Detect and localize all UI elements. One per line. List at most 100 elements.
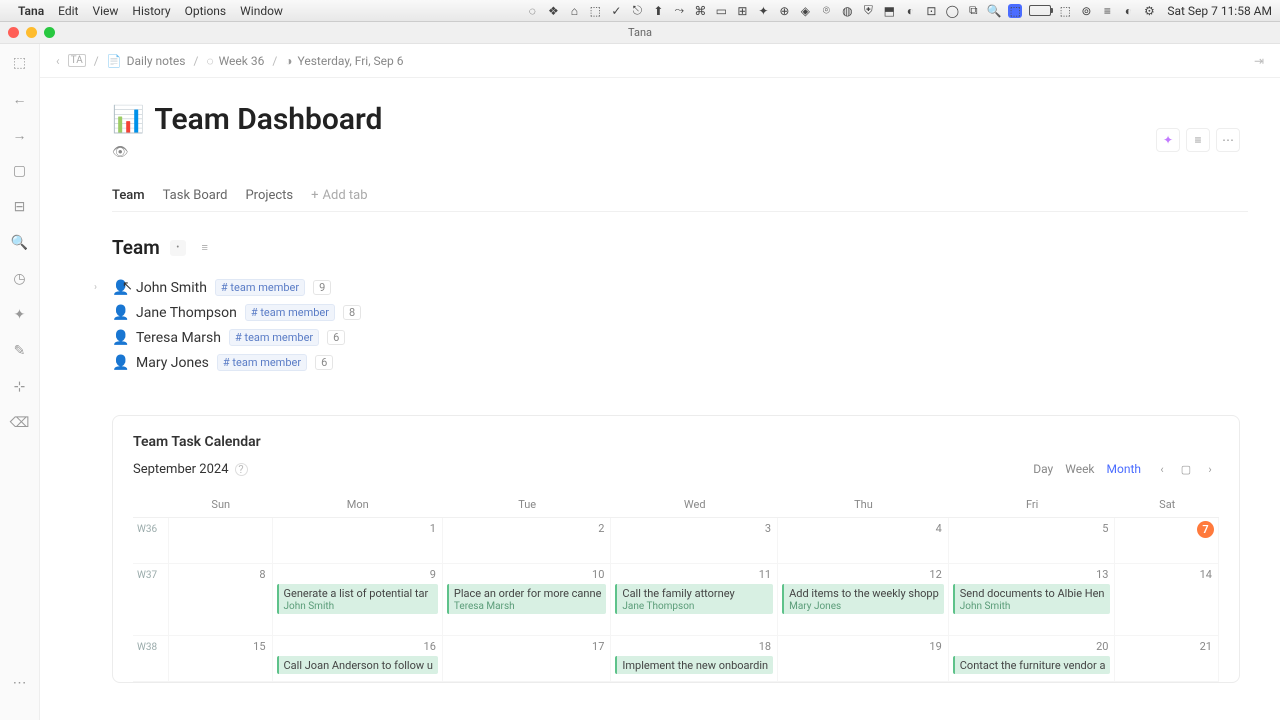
status-icon[interactable]: ◐: [1121, 4, 1135, 18]
day-cell[interactable]: 9 Generate a list of potential tarJohn S…: [273, 564, 443, 636]
status-icon[interactable]: ✓: [609, 4, 623, 18]
day-cell[interactable]: 13 Send documents to Albie HenJohn Smith: [949, 564, 1116, 636]
help-icon[interactable]: ?: [235, 463, 248, 476]
status-icon[interactable]: ⌾: [819, 4, 833, 18]
menu-edit[interactable]: Edit: [58, 4, 78, 18]
view-week[interactable]: Week: [1065, 462, 1094, 476]
sidebar-new-icon[interactable]: ✦: [11, 306, 29, 324]
day-cell[interactable]: 19: [778, 636, 949, 682]
status-icon[interactable]: ✦: [756, 4, 770, 18]
sidebar-inbox-icon[interactable]: ⊟: [11, 198, 29, 216]
calendar-event[interactable]: Call Joan Anderson to follow u: [277, 656, 438, 674]
menu-options[interactable]: Options: [185, 4, 227, 18]
sidebar-pin-icon[interactable]: ⊹: [11, 378, 29, 396]
day-cell[interactable]: 8: [169, 564, 273, 636]
status-icon[interactable]: ◌: [525, 4, 539, 18]
sidebar-home-icon[interactable]: ⬚: [11, 54, 29, 72]
member-tag[interactable]: # team member: [229, 329, 319, 346]
week-label[interactable]: W36: [133, 518, 169, 564]
day-cell[interactable]: 21: [1115, 636, 1219, 682]
status-icon[interactable]: ⬚: [1058, 4, 1072, 18]
status-icon[interactable]: ⬒: [882, 4, 896, 18]
day-cell[interactable]: 2: [443, 518, 611, 564]
cal-today-icon[interactable]: ▢: [1177, 460, 1195, 478]
settings-button[interactable]: ≡: [1186, 128, 1210, 152]
status-icon[interactable]: ⬆: [651, 4, 665, 18]
tab-team[interactable]: Team: [112, 188, 145, 203]
cal-prev-icon[interactable]: ‹: [1153, 460, 1171, 478]
team-status-icon[interactable]: •: [170, 240, 186, 256]
wifi-icon[interactable]: ⊚: [1079, 4, 1093, 18]
search-icon[interactable]: 🔍: [987, 4, 1001, 18]
calendar-month[interactable]: September 2024: [133, 462, 229, 477]
page-title-text[interactable]: Team Dashboard: [154, 102, 382, 137]
visibility-icon[interactable]: 👁: [112, 145, 1248, 160]
sidebar-today-icon[interactable]: ▢: [11, 162, 29, 180]
status-icon[interactable]: ⌘: [693, 4, 707, 18]
control-center-icon[interactable]: ⚙: [1142, 4, 1156, 18]
day-cell[interactable]: 16 Call Joan Anderson to follow u: [273, 636, 443, 682]
close-button[interactable]: [8, 27, 19, 38]
status-icon[interactable]: ⊞: [735, 4, 749, 18]
week-label[interactable]: W38: [133, 636, 169, 682]
menu-app[interactable]: Tana: [18, 4, 44, 18]
cal-next-icon[interactable]: ›: [1201, 460, 1219, 478]
breadcrumb-day[interactable]: ◑ Yesterday, Fri, Sep 6: [285, 54, 403, 68]
member-tag[interactable]: # team member: [245, 304, 335, 321]
day-cell-today[interactable]: 7: [1115, 518, 1219, 564]
day-cell[interactable]: 12 Add items to the weekly shoppMary Jon…: [778, 564, 949, 636]
status-icon[interactable]: ◐: [903, 4, 917, 18]
sidebar-back-icon[interactable]: ←: [11, 90, 29, 108]
battery-icon[interactable]: [1029, 5, 1051, 16]
view-day[interactable]: Day: [1033, 462, 1053, 476]
sidebar-more-icon[interactable]: ⋯: [11, 674, 29, 692]
day-cell[interactable]: 14: [1115, 564, 1219, 636]
breadcrumb-root[interactable]: TA: [68, 54, 86, 67]
status-icon[interactable]: ◈: [798, 4, 812, 18]
calendar-event[interactable]: Place an order for more canneTeresa Mars…: [447, 584, 606, 614]
status-icon[interactable]: ⊡: [924, 4, 938, 18]
nav-back-icon[interactable]: ‹: [56, 54, 60, 68]
more-button[interactable]: ⋯: [1216, 128, 1240, 152]
status-icon[interactable]: ⌂: [567, 4, 581, 18]
status-icon[interactable]: ▭: [714, 4, 728, 18]
day-cell[interactable]: 4: [778, 518, 949, 564]
calendar-event[interactable]: Add items to the weekly shoppMary Jones: [782, 584, 944, 614]
collapse-panel-icon[interactable]: ⇥: [1254, 54, 1264, 68]
team-member-row[interactable]: › 👤 ↖ John Smith # team member 9: [112, 275, 1248, 300]
day-cell[interactable]: 5: [949, 518, 1116, 564]
page-emoji[interactable]: 📊: [112, 105, 144, 135]
member-tag[interactable]: # team member: [215, 279, 305, 296]
status-icon[interactable]: ◍: [840, 4, 854, 18]
maximize-button[interactable]: [44, 27, 55, 38]
day-cell[interactable]: 3: [611, 518, 778, 564]
minimize-button[interactable]: [26, 27, 37, 38]
status-icon[interactable]: ❖: [546, 4, 560, 18]
status-icon[interactable]: ⧉: [966, 4, 980, 18]
menu-window[interactable]: Window: [240, 4, 283, 18]
day-cell[interactable]: 15: [169, 636, 273, 682]
tab-task-board[interactable]: Task Board: [163, 188, 228, 203]
day-cell[interactable]: 1: [273, 518, 443, 564]
status-icon[interactable]: ⬚: [588, 4, 602, 18]
day-cell[interactable]: 11 Call the family attorneyJane Thompson: [611, 564, 778, 636]
status-icon[interactable]: ⛨: [861, 4, 875, 18]
menu-view[interactable]: View: [92, 4, 118, 18]
team-member-row[interactable]: 👤 Mary Jones # team member 6: [112, 350, 1248, 375]
menu-history[interactable]: History: [132, 4, 170, 18]
week-label[interactable]: W37: [133, 564, 169, 636]
breadcrumb-daily-notes[interactable]: 📄 Daily notes: [107, 54, 186, 68]
sidebar-trash-icon[interactable]: ⌫: [11, 414, 29, 432]
sidebar-edit-icon[interactable]: ✎: [11, 342, 29, 360]
sidebar-forward-icon[interactable]: →: [11, 126, 29, 144]
day-cell[interactable]: 17: [443, 636, 611, 682]
sidebar-search-icon[interactable]: 🔍: [11, 234, 29, 252]
team-filter-icon[interactable]: ≡: [196, 239, 214, 257]
ai-button[interactable]: ✦: [1156, 128, 1180, 152]
day-cell[interactable]: 18 Implement the new onboardin: [611, 636, 778, 682]
day-cell[interactable]: [169, 518, 273, 564]
day-cell[interactable]: 10 Place an order for more canneTeresa M…: [443, 564, 611, 636]
calendar-event[interactable]: Implement the new onboardin: [615, 656, 773, 674]
clock[interactable]: Sat Sep 7 11:58 AM: [1167, 4, 1272, 18]
sidebar-recent-icon[interactable]: ◷: [11, 270, 29, 288]
